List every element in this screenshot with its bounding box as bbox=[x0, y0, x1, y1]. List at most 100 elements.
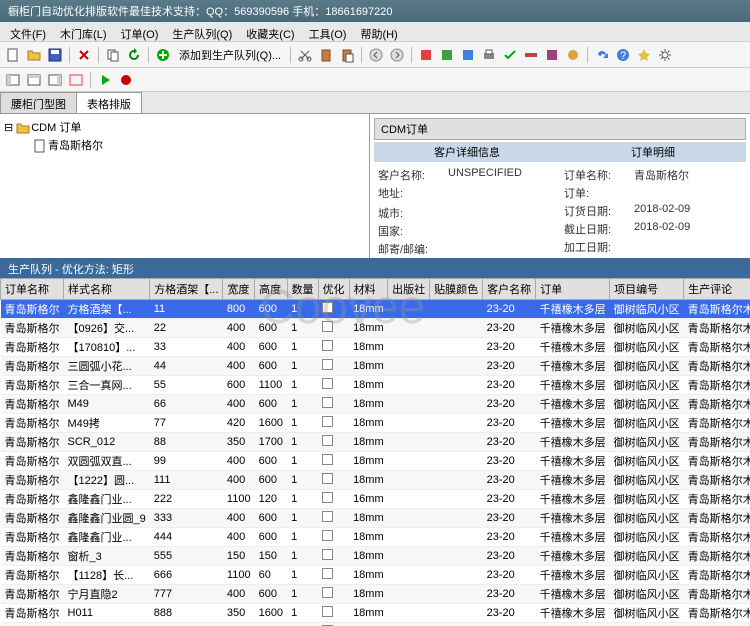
menu-item[interactable]: 收藏夹(C) bbox=[240, 24, 300, 39]
menu-item[interactable]: 订单(O) bbox=[115, 24, 165, 39]
cell bbox=[318, 357, 349, 376]
table-row[interactable]: 青岛斯格尔鑫隆鑫门业圆_9333400600118mm23-20千禧橡木多层御树… bbox=[1, 509, 750, 528]
cut-icon[interactable] bbox=[296, 46, 314, 64]
table-row[interactable]: 青岛斯格尔【1128】长...666110060118mm23-20千禧橡木多层… bbox=[1, 566, 750, 585]
column-header[interactable]: 数量 bbox=[287, 279, 318, 300]
table-row[interactable]: 青岛斯格尔M49拷774201600118mm23-20千禧橡木多层御树临风小区… bbox=[1, 414, 750, 433]
column-header[interactable]: 客户名称 bbox=[483, 279, 536, 300]
table-row[interactable]: 青岛斯格尔M4966400600118mm23-20千禧橡木多层御树临风小区青岛… bbox=[1, 395, 750, 414]
table-row[interactable]: 青岛斯格尔SCR_012883501700118mm23-20千禧橡木多层御树临… bbox=[1, 433, 750, 452]
table-row[interactable]: 青岛斯格尔三圆弧小花...44400600118mm23-20千禧橡木多层御树临… bbox=[1, 357, 750, 376]
checkbox[interactable] bbox=[322, 530, 333, 541]
table-row[interactable]: 青岛斯格尔【170810】...33400600118mm23-20千禧橡木多层… bbox=[1, 338, 750, 357]
refresh-icon[interactable] bbox=[125, 46, 143, 64]
save-icon[interactable] bbox=[46, 46, 64, 64]
column-header[interactable]: 订单 bbox=[536, 279, 610, 300]
column-header[interactable]: 生产评论 bbox=[684, 279, 750, 300]
add-to-queue-button[interactable]: 添加到生产队列(Q)... bbox=[175, 47, 285, 63]
tool6-icon[interactable] bbox=[522, 46, 540, 64]
checkbox[interactable] bbox=[322, 378, 333, 389]
panel2-icon[interactable] bbox=[25, 71, 43, 89]
checkbox[interactable] bbox=[322, 568, 333, 579]
detail-label: 客户名称: bbox=[378, 167, 448, 183]
checkbox[interactable] bbox=[322, 606, 333, 617]
redo-icon[interactable] bbox=[593, 46, 611, 64]
help-icon[interactable]: ? bbox=[614, 46, 632, 64]
column-header[interactable]: 项目编号 bbox=[610, 279, 684, 300]
tool2-icon[interactable] bbox=[438, 46, 456, 64]
panel3-icon[interactable] bbox=[46, 71, 64, 89]
checkbox[interactable] bbox=[322, 397, 333, 408]
column-header[interactable]: 宽度 bbox=[223, 279, 255, 300]
table-row[interactable]: 青岛斯格尔宁月直隐2777400600118mm23-20千禧橡木多层御树临风小… bbox=[1, 585, 750, 604]
add-green-icon[interactable] bbox=[154, 46, 172, 64]
menu-item[interactable]: 文件(F) bbox=[4, 24, 52, 39]
checkbox[interactable] bbox=[322, 435, 333, 446]
open-icon[interactable] bbox=[25, 46, 43, 64]
checkbox[interactable] bbox=[322, 587, 333, 598]
expand-icon[interactable] bbox=[67, 71, 85, 89]
table-row[interactable]: 青岛斯格尔鑫隆鑫门业...444400600118mm23-20千禧橡木多层御树… bbox=[1, 528, 750, 547]
checkbox[interactable] bbox=[322, 454, 333, 465]
table-row[interactable]: 青岛斯格尔SCR_0179994501600118mm23-20千禧橡木多层御树… bbox=[1, 623, 750, 626]
tree-child[interactable]: 青岛斯格尔 bbox=[4, 136, 365, 154]
checkbox[interactable] bbox=[322, 549, 333, 560]
cell: 青岛斯格尔木业机械 bbox=[684, 338, 750, 357]
table-row[interactable]: 青岛斯格尔双圆弧双直...99400600118mm23-20千禧橡木多层御树临… bbox=[1, 452, 750, 471]
cell: 350 bbox=[223, 604, 255, 623]
checkbox[interactable] bbox=[322, 416, 333, 427]
tool5-icon[interactable] bbox=[501, 46, 519, 64]
table-row[interactable]: 青岛斯格尔H0118883501600118mm23-20千禧橡木多层御树临风小… bbox=[1, 604, 750, 623]
paste2-icon[interactable] bbox=[338, 46, 356, 64]
data-grid[interactable]: 订单名称样式名称方格酒架【...宽度高度数量优化材料出版社贴膜颜色客户名称订单项… bbox=[0, 278, 750, 626]
checkbox[interactable] bbox=[322, 359, 333, 370]
new-icon[interactable] bbox=[4, 46, 22, 64]
stop-icon[interactable] bbox=[117, 71, 135, 89]
tool7-icon[interactable] bbox=[543, 46, 561, 64]
gear-icon[interactable] bbox=[656, 46, 674, 64]
table-row[interactable]: 青岛斯格尔鑫隆鑫门业...2221100120116mm23-20千禧橡木多层御… bbox=[1, 490, 750, 509]
cell: 1600 bbox=[255, 604, 287, 623]
table-row[interactable]: 青岛斯格尔方格酒架【...11800600118mm23-20千禧橡木多层御树临… bbox=[1, 300, 750, 319]
table-row[interactable]: 青岛斯格尔【1222】圆...111400600118mm23-20千禧橡木多层… bbox=[1, 471, 750, 490]
back-icon[interactable] bbox=[367, 46, 385, 64]
star-icon[interactable] bbox=[635, 46, 653, 64]
print-icon[interactable] bbox=[480, 46, 498, 64]
checkbox[interactable] bbox=[322, 492, 333, 503]
cell: 御树临风小区 bbox=[610, 319, 684, 338]
table-row[interactable]: 青岛斯格尔【0926】交...22400600118mm23-20千禧橡木多层御… bbox=[1, 319, 750, 338]
copy-icon[interactable] bbox=[104, 46, 122, 64]
column-header[interactable]: 贴膜颜色 bbox=[430, 279, 483, 300]
delete-icon[interactable] bbox=[75, 46, 93, 64]
table-row[interactable]: 青岛斯格尔窗析_3555150150118mm23-20千禧橡木多层御树临风小区… bbox=[1, 547, 750, 566]
detail-value bbox=[448, 223, 556, 239]
checkbox[interactable] bbox=[322, 340, 333, 351]
paste-icon[interactable] bbox=[317, 46, 335, 64]
column-header[interactable]: 出版社 bbox=[388, 279, 430, 300]
checkbox[interactable] bbox=[322, 473, 333, 484]
tool3-icon[interactable] bbox=[459, 46, 477, 64]
tab-door-shape[interactable]: 腰柜门型图 bbox=[0, 92, 77, 113]
checkbox[interactable] bbox=[322, 302, 333, 313]
tree-root[interactable]: ⊟ CDM 订单 bbox=[4, 118, 365, 136]
column-header[interactable]: 材料 bbox=[349, 279, 388, 300]
menu-item[interactable]: 工具(O) bbox=[303, 24, 353, 39]
menu-item[interactable]: 帮助(H) bbox=[354, 24, 403, 39]
panel1-icon[interactable] bbox=[4, 71, 22, 89]
tool8-icon[interactable] bbox=[564, 46, 582, 64]
checkbox[interactable] bbox=[322, 511, 333, 522]
tab-table-layout[interactable]: 表格排版 bbox=[76, 92, 142, 113]
column-header[interactable]: 订单名称 bbox=[1, 279, 64, 300]
checkbox[interactable] bbox=[322, 321, 333, 332]
tool1-icon[interactable] bbox=[417, 46, 435, 64]
play-icon[interactable] bbox=[96, 71, 114, 89]
column-header[interactable]: 样式名称 bbox=[64, 279, 150, 300]
menu-item[interactable]: 木门库(L) bbox=[54, 24, 112, 39]
column-header[interactable]: 优化 bbox=[318, 279, 349, 300]
column-header[interactable]: 高度 bbox=[255, 279, 287, 300]
forward-icon[interactable] bbox=[388, 46, 406, 64]
table-row[interactable]: 青岛斯格尔三合一真网...556001100118mm23-20千禧橡木多层御树… bbox=[1, 376, 750, 395]
menu-item[interactable]: 生产队列(Q) bbox=[166, 24, 238, 39]
column-header[interactable]: 方格酒架【... bbox=[150, 279, 223, 300]
cell: 千禧橡木多层 bbox=[536, 528, 610, 547]
